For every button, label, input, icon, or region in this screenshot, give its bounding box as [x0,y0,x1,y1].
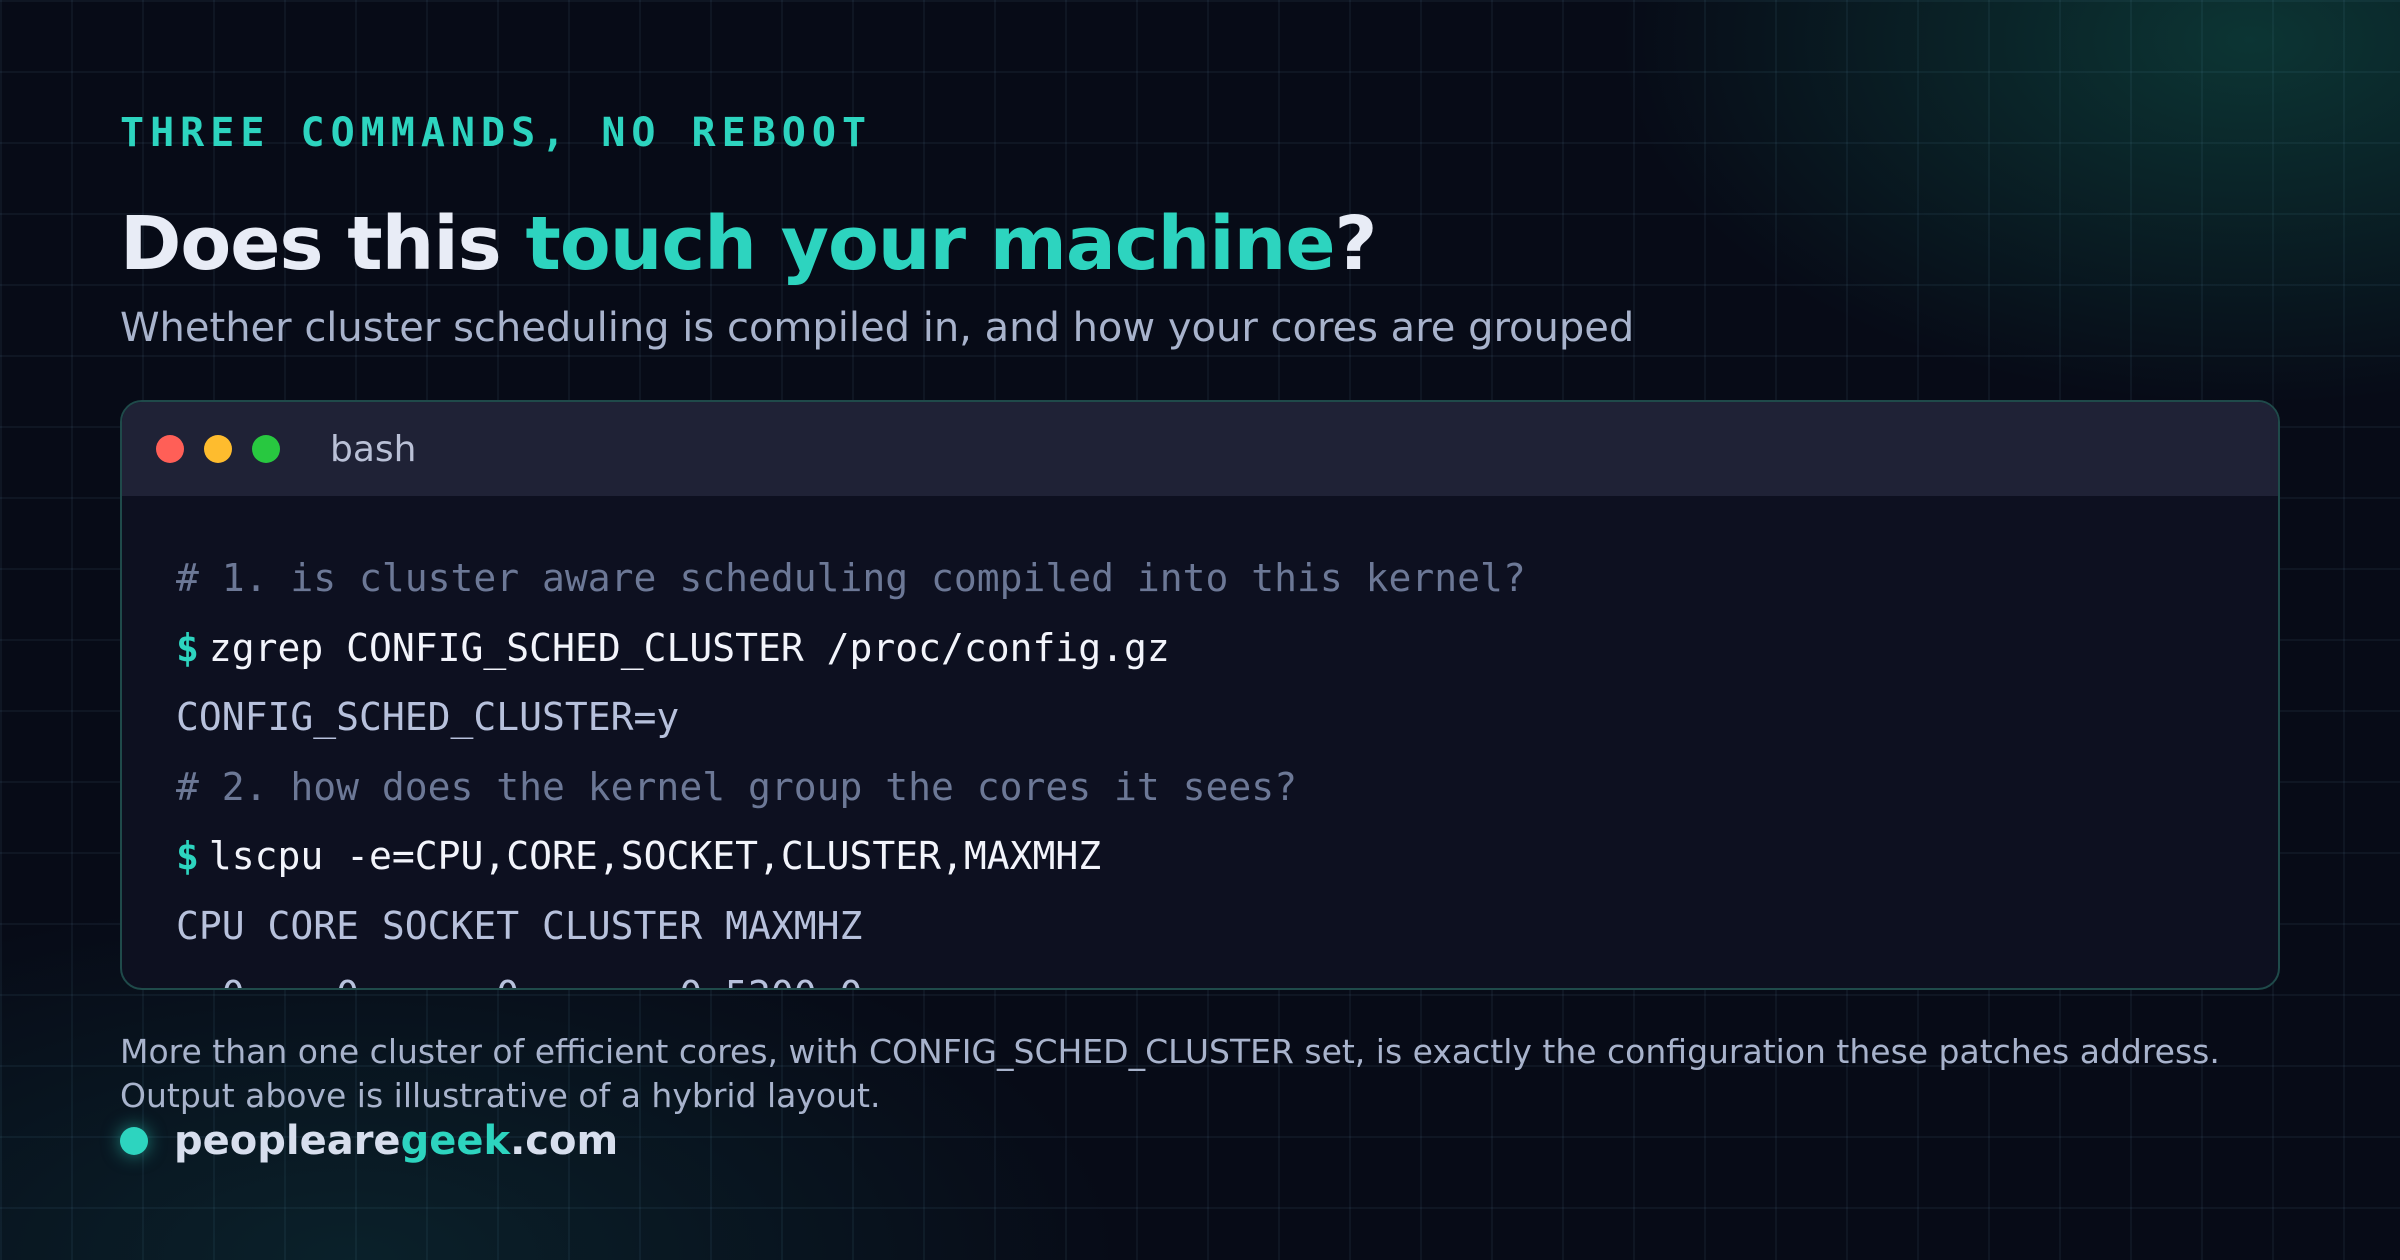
title-prefix: Does this [120,201,526,287]
prompt-symbol: $ [176,834,199,878]
footnote-line: More than one cluster of efficient cores… [120,1032,2220,1071]
brand[interactable]: peoplearegeek.com [120,1118,618,1164]
close-window-icon[interactable] [156,435,184,463]
terminal-output[interactable]: # 1. is cluster aware scheduling compile… [122,496,2278,988]
eyebrow-label: THREE COMMANDS, NO REBOOT [120,110,873,156]
brand-suffix: .com [510,1118,619,1164]
brand-prefix: peopleare [174,1118,401,1164]
minimize-window-icon[interactable] [204,435,232,463]
command-text: lscpu -e=CPU,CORE,SOCKET,CLUSTER,MAXMHZ [208,834,1102,878]
terminal-window: bash # 1. is cluster aware scheduling co… [120,400,2280,990]
command-text: zgrep CONFIG_SCHED_CLUSTER /proc/config.… [208,625,1170,670]
terminal-command-line: $ zgrep CONFIG_SCHED_CLUSTER /proc/config… [176,614,2224,684]
terminal-output-line: 0 0 0 0 5200.0 [176,961,2224,988]
brand-dot-icon [120,1127,148,1155]
footnote-line: Output above is illustrative of a hybrid… [120,1076,881,1115]
maximize-window-icon[interactable] [252,435,280,463]
terminal-output-line: CPU CORE SOCKET CLUSTER MAXMHZ [176,903,863,948]
page-title: Does this touch your machine? [120,196,1378,292]
terminal-output-line: CONFIG_SCHED_CLUSTER=y [176,695,680,739]
footnote: More than one cluster of efficient cores… [120,1030,2220,1118]
terminal-title-bar: bash [122,402,2278,496]
title-accent: touch your machine [525,201,1336,287]
title-suffix: ? [1334,201,1378,287]
brand-accent: geek [400,1118,511,1164]
terminal-comment-line: # 2. how does the kernel group the cores… [176,764,1298,809]
brand-name: peoplearegeek.com [174,1118,618,1164]
terminal-comment-line: # 1. is cluster aware scheduling compile… [176,556,1526,600]
prompt-symbol: $ [176,625,199,670]
page-subtitle: Whether cluster scheduling is compiled i… [120,305,1635,351]
terminal-title: bash [330,428,417,470]
terminal-command-line: $ lscpu -e=CPU,CORE,SOCKET,CLUSTER,MAXMHZ [176,822,2224,892]
